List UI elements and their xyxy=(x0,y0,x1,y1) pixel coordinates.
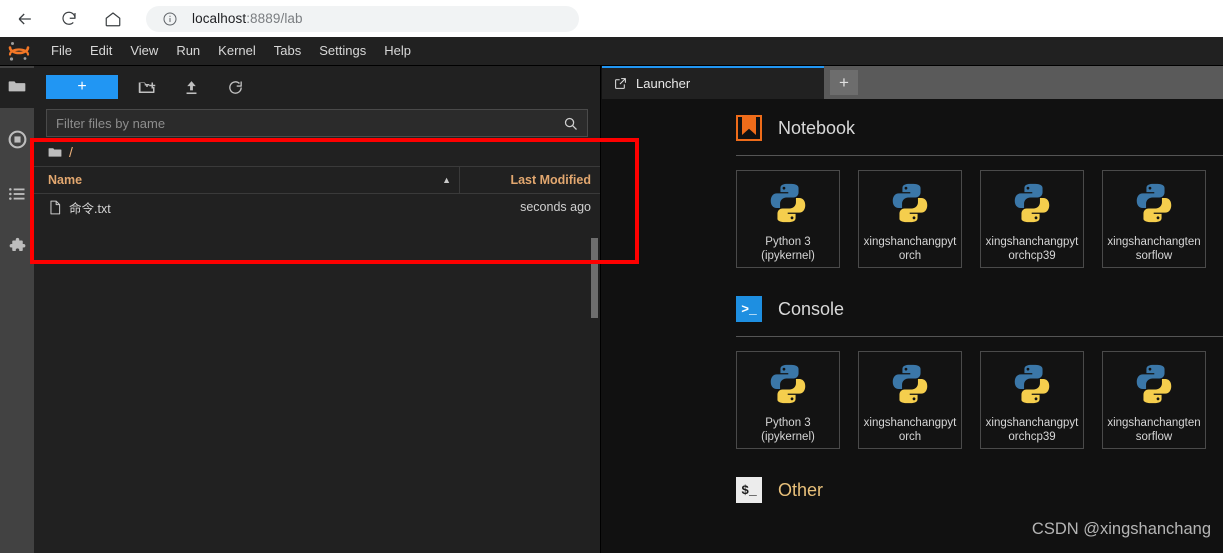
upload-icon[interactable] xyxy=(176,74,206,100)
file-browser-panel: + Filter files by name / Name ▲ Last Mod… xyxy=(34,66,601,553)
breadcrumb-path: / xyxy=(69,143,73,160)
python-icon xyxy=(887,180,933,231)
file-modified-cell: seconds ago xyxy=(520,200,591,214)
reload-icon[interactable] xyxy=(52,2,86,36)
sidebar-item-file-browser[interactable] xyxy=(0,68,34,108)
file-table-header: Name ▲ Last Modified xyxy=(34,167,600,194)
python-icon xyxy=(1009,361,1055,412)
sidebar-item-running-sessions[interactable] xyxy=(0,122,34,162)
python-icon xyxy=(765,180,811,231)
notebook-card-row: Python 3 (ipykernel) xingshanchangpytorch xyxy=(736,170,1223,268)
list-item[interactable]: xingshanchangpytorch xyxy=(858,170,962,268)
list-item[interactable]: xingshanchangtensorflow xyxy=(1102,351,1206,449)
menu-item-edit[interactable]: Edit xyxy=(81,37,121,65)
menu-item-run[interactable]: Run xyxy=(167,37,209,65)
section-title-notebook: Notebook xyxy=(778,117,856,138)
address-bar[interactable]: localhost:8889/lab xyxy=(146,5,579,32)
puzzle-icon xyxy=(7,237,28,263)
section-divider-notebook xyxy=(736,155,1223,156)
column-header-last-modified[interactable]: Last Modified xyxy=(460,173,600,187)
filter-files-box[interactable] xyxy=(46,109,588,137)
menu-item-help[interactable]: Help xyxy=(375,37,420,65)
column-header-name-label: Name xyxy=(48,173,83,187)
section-title-console: Console xyxy=(778,298,845,319)
folder-icon xyxy=(48,145,62,159)
list-item-label: xingshanchangtensorflow xyxy=(1107,417,1201,443)
launcher-body: Notebook Python 3 (ipykernel) xingshanch… xyxy=(602,99,1223,553)
section-header-notebook: Notebook xyxy=(736,109,1223,147)
list-item[interactable]: Python 3 (ipykernel) xyxy=(736,351,840,449)
tab-launcher-label: Launcher xyxy=(636,76,691,91)
list-item-label: xingshanchangpytorch xyxy=(863,236,957,262)
notebook-icon xyxy=(736,115,762,141)
watermark: CSDN @xingshanchang xyxy=(1031,520,1211,538)
python-icon xyxy=(765,361,811,412)
python-icon xyxy=(1131,180,1177,231)
stop-circle-icon xyxy=(7,129,28,155)
section-title-other: Other xyxy=(778,479,824,500)
list-item-label: xingshanchangpytorchcp39 xyxy=(985,236,1079,262)
new-launcher-button[interactable]: + xyxy=(46,75,118,99)
list-item-label: Python 3 (ipykernel) xyxy=(761,417,815,443)
console-card-row: Python 3 (ipykernel) xingshanchangpytorch xyxy=(736,351,1223,449)
python-icon xyxy=(1131,361,1177,412)
list-item[interactable]: xingshanchangpytorch xyxy=(858,351,962,449)
section-header-console: >_ Console xyxy=(736,290,1223,328)
menu-item-file[interactable]: File xyxy=(42,37,81,65)
list-item-label: xingshanchangtensorflow xyxy=(1107,236,1201,262)
browser-toolbar: localhost:8889/lab xyxy=(0,0,1223,37)
launch-icon xyxy=(614,77,627,90)
text-file-icon xyxy=(48,200,62,215)
search-input[interactable] xyxy=(56,115,563,131)
table-row[interactable]: 命令.txt seconds ago xyxy=(34,194,600,220)
list-item[interactable]: xingshanchangtensorflow xyxy=(1102,170,1206,268)
list-icon xyxy=(7,184,27,209)
url-host: localhost xyxy=(192,11,247,26)
breadcrumb[interactable]: / xyxy=(34,137,600,167)
console-icon: >_ xyxy=(736,296,762,322)
jupyter-logo xyxy=(4,38,34,64)
list-item[interactable]: xingshanchangpytorchcp39 xyxy=(980,170,1084,268)
menu-item-kernel[interactable]: Kernel xyxy=(209,37,265,65)
section-header-other: $_ Other xyxy=(736,471,1223,509)
tab-launcher[interactable]: Launcher xyxy=(602,66,824,99)
list-item[interactable]: xingshanchangpytorchcp39 xyxy=(980,351,1084,449)
list-item-label: xingshanchangpytorchcp39 xyxy=(985,417,1079,443)
terminal-icon: $_ xyxy=(736,477,762,503)
section-divider-console xyxy=(736,336,1223,337)
python-icon xyxy=(1009,180,1055,231)
new-folder-icon[interactable] xyxy=(132,74,162,100)
launcher-area: Launcher + Notebook Python 3 (ipykernel)… xyxy=(602,66,1223,553)
jupyterlab-menubar: File Edit View Run Kernel Tabs Settings … xyxy=(0,37,1223,66)
search-icon[interactable] xyxy=(563,116,578,131)
refresh-icon[interactable] xyxy=(220,74,250,100)
menu-item-settings[interactable]: Settings xyxy=(310,37,375,65)
column-header-name[interactable]: Name ▲ xyxy=(34,167,460,193)
add-tab-button[interactable]: + xyxy=(830,70,858,95)
menu-item-tabs[interactable]: Tabs xyxy=(265,37,310,65)
arrow-left-icon[interactable] xyxy=(8,2,42,36)
url-text: localhost:8889/lab xyxy=(192,11,303,26)
list-item-label: xingshanchangpytorch xyxy=(863,417,957,443)
python-icon xyxy=(887,361,933,412)
folder-icon xyxy=(7,76,27,101)
list-item-label: Python 3 (ipykernel) xyxy=(761,236,815,262)
sidebar-item-commands[interactable] xyxy=(0,176,34,216)
home-icon[interactable] xyxy=(96,2,130,36)
info-circle-icon[interactable] xyxy=(162,11,178,27)
file-browser-scrollbar[interactable] xyxy=(591,238,598,318)
menu-item-view[interactable]: View xyxy=(121,37,167,65)
sidebar-item-extensions[interactable] xyxy=(0,230,34,270)
sort-ascending-icon: ▲ xyxy=(442,175,451,185)
activity-bar xyxy=(0,66,34,553)
tab-bar: Launcher + xyxy=(602,66,1223,99)
file-browser-toolbar: + xyxy=(34,66,600,108)
url-path: :8889/lab xyxy=(246,11,303,26)
file-name-cell: 命令.txt xyxy=(34,198,460,217)
file-name-label: 命令.txt xyxy=(69,201,111,216)
list-item[interactable]: Python 3 (ipykernel) xyxy=(736,170,840,268)
